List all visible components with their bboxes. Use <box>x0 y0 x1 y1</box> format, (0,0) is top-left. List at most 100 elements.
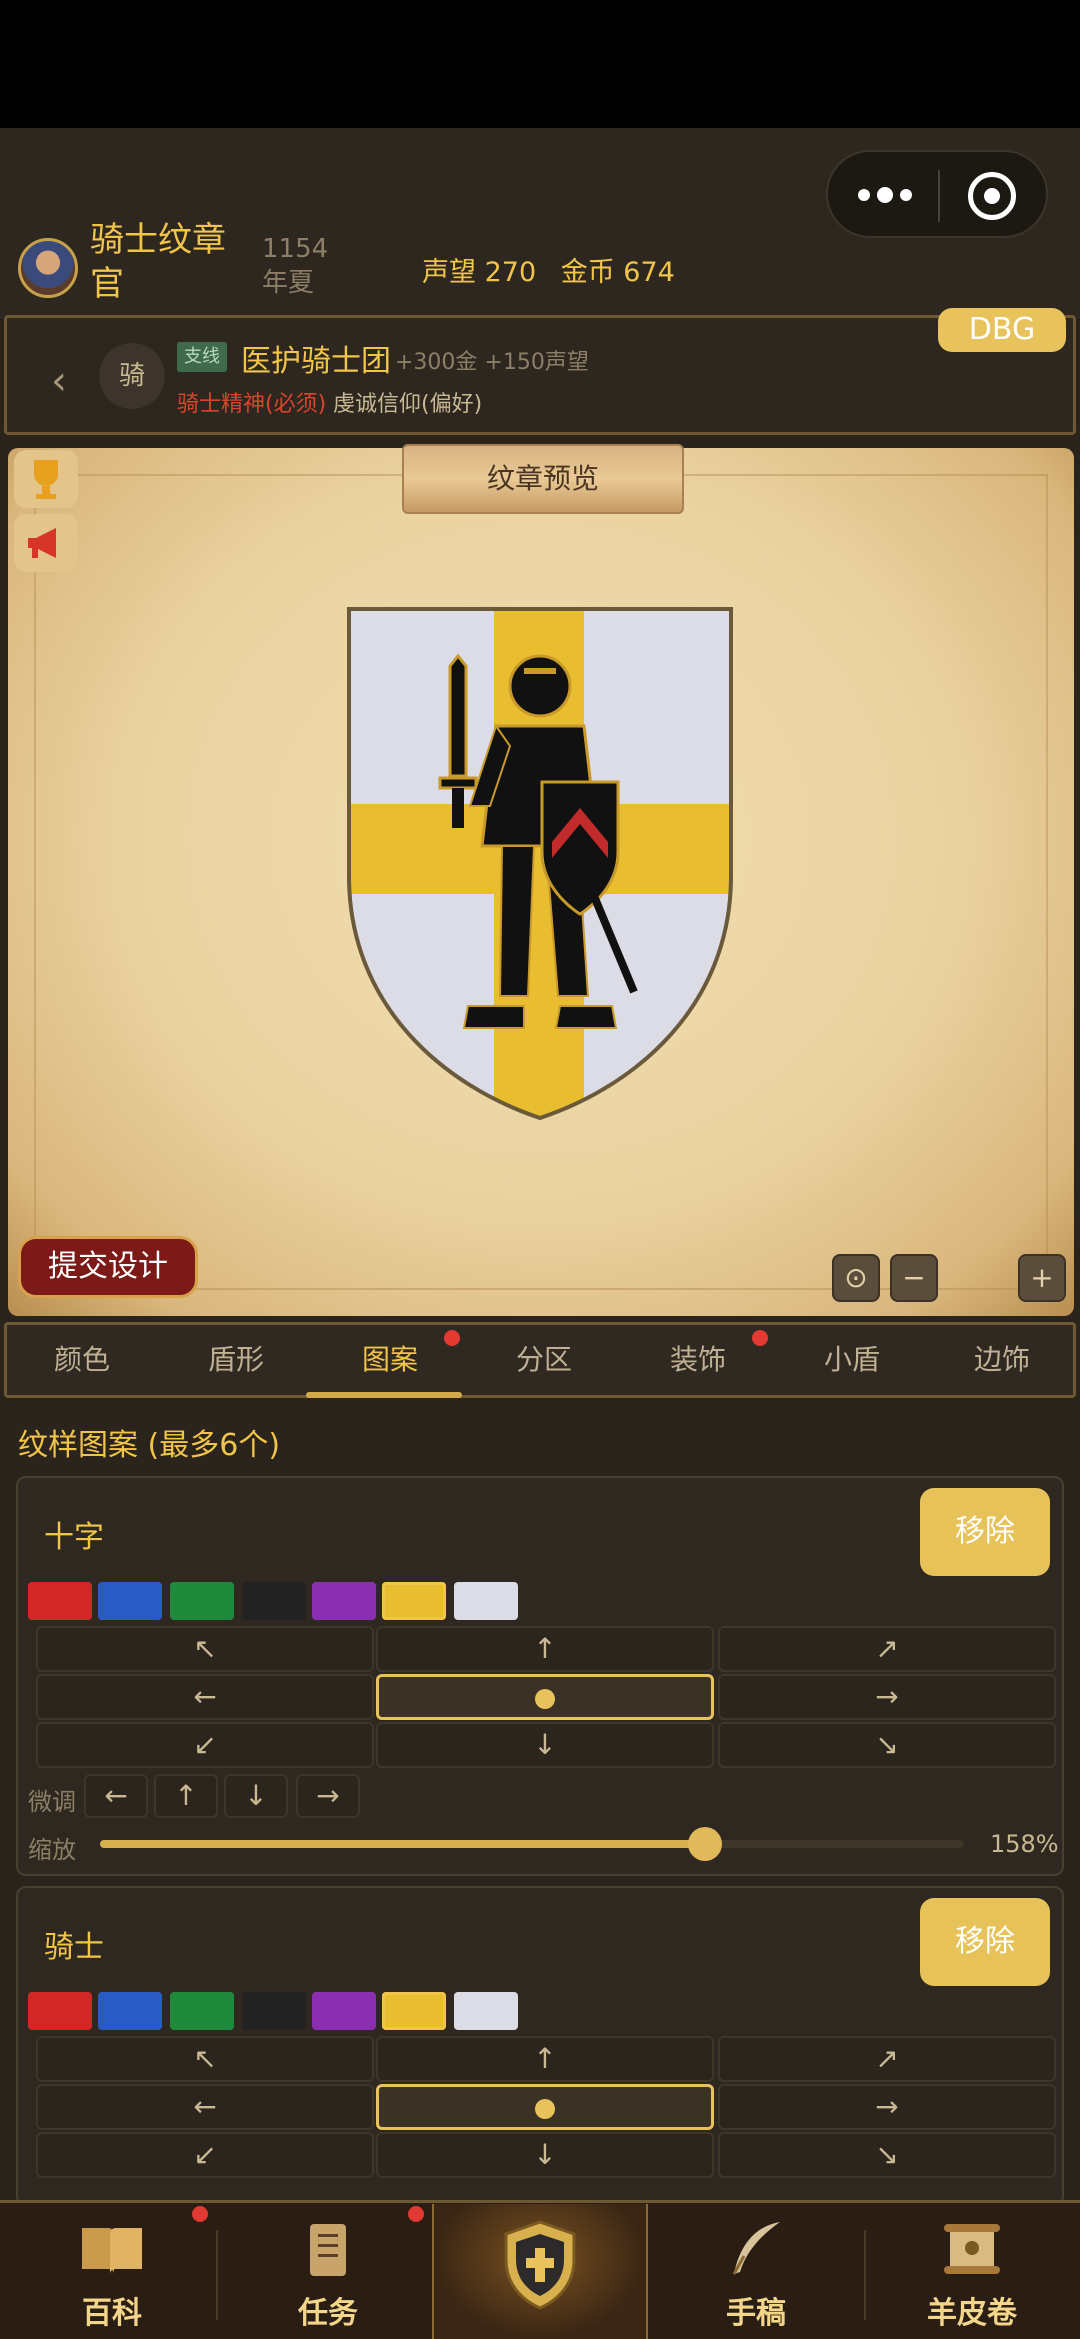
position-top[interactable]: ↑ <box>376 2036 714 2082</box>
preview-title-scroll: 纹章预览 <box>402 444 684 514</box>
color-swatch-gold[interactable] <box>382 1992 446 2030</box>
position-top-left[interactable]: ↖ <box>36 2036 374 2082</box>
mission-name: 医护骑士团 <box>241 344 391 379</box>
position-top-right[interactable]: ↗ <box>718 2036 1056 2082</box>
mission-seal: 骑 <box>99 343 165 409</box>
nav-label: 手稿 <box>726 2296 786 2331</box>
nav-label: 任务 <box>298 2296 358 2331</box>
scale-value: 158% <box>990 1830 1059 1858</box>
scale-slider-fill <box>100 1840 705 1848</box>
position-top-right[interactable]: ↗ <box>718 1626 1056 1672</box>
nav-encyclopedia-badge <box>192 2206 208 2222</box>
active-tab-indicator <box>306 1392 462 1398</box>
position-bottom[interactable]: ↓ <box>376 1722 714 1768</box>
nav-emblem-editor[interactable] <box>432 2200 648 2339</box>
scale-slider-thumb[interactable] <box>687 1827 722 1861</box>
scale-slider[interactable] <box>100 1827 964 1861</box>
position-left[interactable]: ← <box>36 1674 374 1720</box>
nav-manuscript[interactable]: 手稿 <box>648 2200 864 2339</box>
position-center[interactable] <box>376 1674 714 1720</box>
color-swatch-blue[interactable] <box>98 1582 162 1620</box>
mission-preference: 虔诚信仰(偏好) <box>333 392 483 417</box>
nav-encyclopedia[interactable]: 百科 <box>4 2200 220 2339</box>
book-icon <box>82 2228 142 2274</box>
color-swatch-red[interactable] <box>28 1582 92 1620</box>
task-scroll-icon <box>310 2224 346 2276</box>
nav-tasks[interactable]: 任务 <box>220 2200 436 2339</box>
resource-stats: 声望 270 金币 674 <box>422 250 691 289</box>
tab-division[interactable]: 分区 <box>469 1325 619 1395</box>
remove-pattern-button[interactable]: 移除 <box>920 1488 1050 1576</box>
tab-pattern-badge <box>444 1330 460 1346</box>
editor-tabs: 颜色 盾形 图案 分区 装饰 小盾 边饰 <box>4 1322 1076 1398</box>
color-swatch-red[interactable] <box>28 1992 92 2030</box>
trophy-icon[interactable] <box>14 450 78 508</box>
nudge-left-button[interactable]: ← <box>84 1774 148 1818</box>
color-swatch-blue[interactable] <box>98 1992 162 2030</box>
status-bar <box>0 0 1080 128</box>
tab-ornament[interactable]: 装饰 <box>623 1325 773 1395</box>
mission-type-tag: 支线 <box>177 342 227 372</box>
fine-tune-label: 微调 <box>28 1788 76 1816</box>
position-center[interactable] <box>376 2084 714 2130</box>
more-icon[interactable] <box>854 180 916 210</box>
pattern-name: 骑士 <box>44 1930 104 1965</box>
color-swatch-white[interactable] <box>454 1992 518 2030</box>
position-bottom[interactable]: ↓ <box>376 2132 714 2178</box>
recenter-icon[interactable]: ⊙ <box>832 1254 880 1302</box>
zoom-in-button[interactable]: + <box>1018 1254 1066 1302</box>
remove-pattern-button[interactable]: 移除 <box>920 1898 1050 1986</box>
color-swatch-black[interactable] <box>242 1992 306 2030</box>
color-swatch-white[interactable] <box>454 1582 518 1620</box>
emblem-shield <box>347 607 733 1121</box>
tab-color[interactable]: 颜色 <box>7 1325 157 1395</box>
close-miniprogram-icon[interactable] <box>968 172 1016 220</box>
tab-border[interactable]: 边饰 <box>927 1325 1077 1395</box>
nav-label: 百科 <box>82 2296 142 2331</box>
section-title: 纹样图案 (最多6个) <box>18 1428 281 1463</box>
position-bottom-right[interactable]: ↘ <box>718 1722 1056 1768</box>
position-bottom-left[interactable]: ↙ <box>36 1722 374 1768</box>
position-right[interactable]: → <box>718 2084 1056 2130</box>
position-left[interactable]: ← <box>36 2084 374 2130</box>
nudge-down-button[interactable]: ↓ <box>224 1774 288 1818</box>
position-bottom-right[interactable]: ↘ <box>718 2132 1056 2178</box>
nav-label: 羊皮卷 <box>927 2296 1017 2331</box>
miniprogram-capsule <box>826 150 1048 238</box>
mission-requirement: 骑士精神(必须) <box>177 392 327 417</box>
color-swatch-purple[interactable] <box>312 1992 376 2030</box>
app-title: 骑士纹章官 <box>90 220 226 304</box>
parchment-scroll-icon <box>944 2224 1000 2274</box>
scale-label: 缩放 <box>28 1836 76 1864</box>
game-date: 1154年夏 <box>262 234 329 298</box>
shield-cross-icon <box>504 2220 576 2310</box>
nav-parchment[interactable]: 羊皮卷 <box>864 2200 1080 2339</box>
tab-pattern[interactable]: 图案 <box>315 1325 465 1395</box>
reputation-value: 声望 270 <box>422 257 537 288</box>
color-swatch-gold[interactable] <box>382 1582 446 1620</box>
nav-tasks-badge <box>408 2206 424 2222</box>
tab-small-shield[interactable]: 小盾 <box>777 1325 927 1395</box>
mission-reward: +300金 +150声望 <box>395 350 589 375</box>
selected-position-dot <box>535 2099 555 2119</box>
avatar[interactable] <box>18 238 78 298</box>
position-top-left[interactable]: ↖ <box>36 1626 374 1672</box>
zoom-out-button[interactable]: − <box>890 1254 938 1302</box>
color-swatch-green[interactable] <box>170 1992 234 2030</box>
chevron-left-icon[interactable]: ‹ <box>51 358 67 404</box>
color-swatch-purple[interactable] <box>312 1582 376 1620</box>
pattern-name: 十字 <box>44 1520 104 1555</box>
color-swatch-green[interactable] <box>170 1582 234 1620</box>
megaphone-icon[interactable] <box>14 514 78 572</box>
submit-design-button[interactable]: 提交设计 <box>18 1236 198 1298</box>
color-swatch-black[interactable] <box>242 1582 306 1620</box>
tab-ornament-badge <box>752 1330 768 1346</box>
nudge-up-button[interactable]: ↑ <box>154 1774 218 1818</box>
position-bottom-left[interactable]: ↙ <box>36 2132 374 2178</box>
debug-button[interactable]: DBG <box>938 308 1066 352</box>
position-right[interactable]: → <box>718 1674 1056 1720</box>
nudge-right-button[interactable]: → <box>296 1774 360 1818</box>
quill-icon <box>732 2222 780 2275</box>
tab-shield-shape[interactable]: 盾形 <box>161 1325 311 1395</box>
position-top[interactable]: ↑ <box>376 1626 714 1672</box>
